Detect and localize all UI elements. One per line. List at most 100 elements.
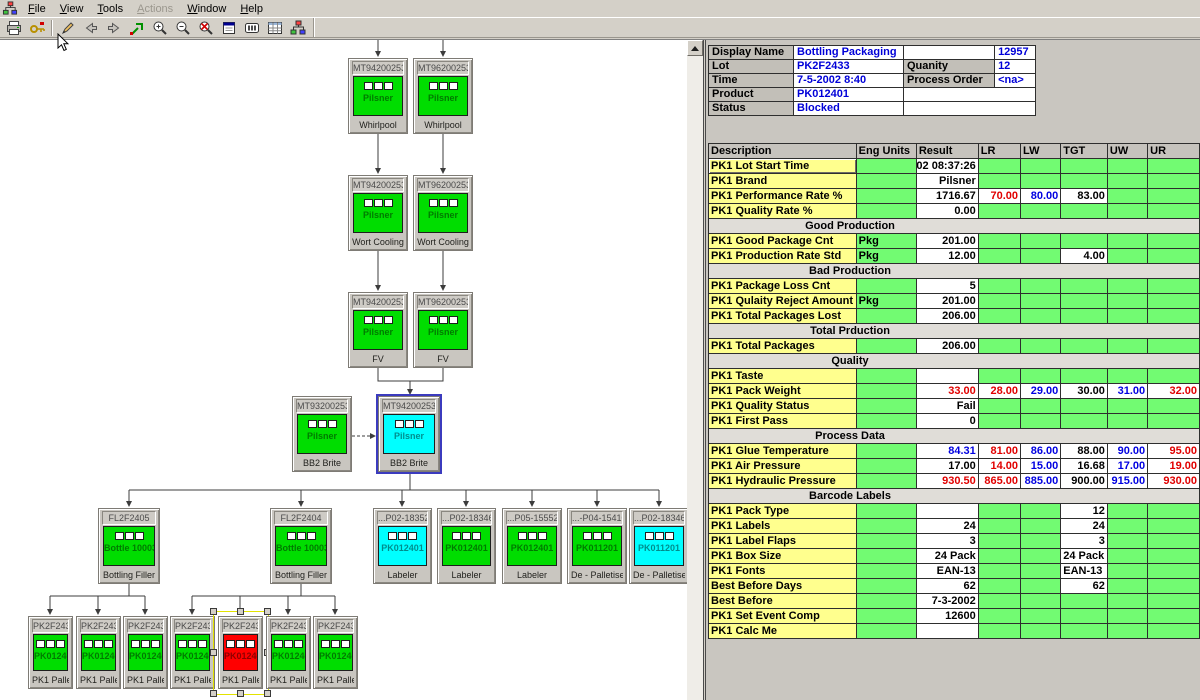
cell-result[interactable]: 17.00 bbox=[916, 459, 978, 474]
cell-uw[interactable] bbox=[1107, 594, 1147, 609]
diagram-node-PK2F2437[interactable]: PK2F2437PK012401PK1 Pallets bbox=[28, 616, 73, 689]
cell-result[interactable]: 12.00 bbox=[916, 249, 978, 264]
cell-result[interactable]: 206.00 bbox=[916, 339, 978, 354]
cell-result[interactable]: 1716.67 bbox=[916, 189, 978, 204]
cell-description[interactable]: PK1 Quality Rate % bbox=[709, 204, 857, 219]
cell-ur[interactable] bbox=[1148, 189, 1200, 204]
forward-button[interactable] bbox=[102, 18, 125, 37]
cell-lw[interactable] bbox=[1021, 159, 1061, 174]
diagram-node-MT942002530[interactable]: MT942002530PilsnerBB2 Brite bbox=[378, 396, 440, 472]
cell-lr[interactable] bbox=[978, 579, 1020, 594]
cell-uw[interactable]: 17.00 bbox=[1107, 459, 1147, 474]
cell-uw[interactable] bbox=[1107, 159, 1147, 174]
cell-tgt[interactable] bbox=[1061, 414, 1108, 429]
cell-eng-units[interactable] bbox=[856, 534, 916, 549]
cell-tgt[interactable]: 16.68 bbox=[1061, 459, 1108, 474]
cell-tgt[interactable] bbox=[1061, 339, 1108, 354]
cell-eng-units[interactable] bbox=[856, 399, 916, 414]
cell-lw[interactable] bbox=[1021, 624, 1061, 639]
cell-uw[interactable] bbox=[1107, 504, 1147, 519]
cell-description[interactable]: PK1 Brand bbox=[709, 174, 857, 189]
report-button[interactable] bbox=[217, 18, 240, 37]
cell-ur[interactable] bbox=[1148, 564, 1200, 579]
menu-view[interactable]: View bbox=[53, 2, 91, 16]
cell-uw[interactable] bbox=[1107, 249, 1147, 264]
cell-description[interactable]: PK1 Lot Start Time bbox=[709, 159, 857, 174]
info-value-2[interactable]: 12957 bbox=[995, 46, 1036, 60]
cell-tgt[interactable]: 30.00 bbox=[1061, 384, 1108, 399]
cell-lw[interactable]: 29.00 bbox=[1021, 384, 1061, 399]
cell-uw[interactable] bbox=[1107, 279, 1147, 294]
cell-ur[interactable] bbox=[1148, 234, 1200, 249]
info-value[interactable]: Bottling Packaging bbox=[794, 46, 904, 60]
cell-ur[interactable] bbox=[1148, 414, 1200, 429]
cell-uw[interactable] bbox=[1107, 624, 1147, 639]
cell-lr[interactable] bbox=[978, 399, 1020, 414]
menu-tools[interactable]: Tools bbox=[90, 2, 130, 16]
cell-ur[interactable] bbox=[1148, 279, 1200, 294]
cell-lw[interactable] bbox=[1021, 519, 1061, 534]
cell-eng-units[interactable]: Pkg bbox=[856, 249, 916, 264]
cell-description[interactable]: PK1 Label Flaps bbox=[709, 534, 857, 549]
diagram-node-MT962002530[interactable]: MT962002530PilsnerWort Cooling bbox=[413, 175, 473, 251]
cell-eng-units[interactable] bbox=[856, 549, 916, 564]
info-value[interactable]: PK012401 bbox=[794, 88, 904, 102]
column-header-eng-units[interactable]: Eng Units bbox=[856, 144, 916, 159]
cell-lr[interactable] bbox=[978, 519, 1020, 534]
cell-eng-units[interactable] bbox=[856, 474, 916, 489]
diagram-node-P021834656[interactable]: ...P02-1834656PK012401Labeler bbox=[437, 508, 496, 584]
cell-lw[interactable] bbox=[1021, 309, 1061, 324]
cell-lr[interactable] bbox=[978, 309, 1020, 324]
cell-ur[interactable] bbox=[1148, 504, 1200, 519]
cell-tgt[interactable] bbox=[1061, 594, 1108, 609]
cell-lw[interactable] bbox=[1021, 249, 1061, 264]
cell-lr[interactable] bbox=[978, 609, 1020, 624]
cell-description[interactable]: PK1 Fonts bbox=[709, 564, 857, 579]
cell-ur[interactable] bbox=[1148, 579, 1200, 594]
cell-uw[interactable]: 31.00 bbox=[1107, 384, 1147, 399]
cell-ur[interactable] bbox=[1148, 249, 1200, 264]
cell-description[interactable]: PK1 Hydraulic Pressure bbox=[709, 474, 857, 489]
cell-lw[interactable] bbox=[1021, 234, 1061, 249]
cell-lr[interactable]: 70.00 bbox=[978, 189, 1020, 204]
cell-lr[interactable] bbox=[978, 279, 1020, 294]
cell-description[interactable]: PK1 Pack Weight bbox=[709, 384, 857, 399]
cell-lr[interactable] bbox=[978, 294, 1020, 309]
cell-lw[interactable] bbox=[1021, 204, 1061, 219]
info-value-2[interactable]: 12 bbox=[995, 60, 1036, 74]
zoom-out-button[interactable] bbox=[171, 18, 194, 37]
cell-uw[interactable] bbox=[1107, 579, 1147, 594]
cell-result[interactable]: 201.00 bbox=[916, 294, 978, 309]
cell-result[interactable]: 33.00 bbox=[916, 384, 978, 399]
cell-eng-units[interactable]: Pkg bbox=[856, 294, 916, 309]
cell-result[interactable]: 201.00 bbox=[916, 234, 978, 249]
cell-lr[interactable] bbox=[978, 414, 1020, 429]
cell-result[interactable] bbox=[916, 504, 978, 519]
cell-description[interactable]: PK1 Box Size bbox=[709, 549, 857, 564]
diagram-node-MT932002530[interactable]: MT932002530PilsnerBB2 Brite bbox=[292, 396, 352, 472]
diagram-node-FL2F2404[interactable]: FL2F2404Bottle 10003Bottling Filler bbox=[270, 508, 332, 584]
column-header-uw[interactable]: UW bbox=[1107, 144, 1147, 159]
cell-ur[interactable]: 32.00 bbox=[1148, 384, 1200, 399]
cell-tgt[interactable]: 83.00 bbox=[1061, 189, 1108, 204]
cell-uw[interactable] bbox=[1107, 234, 1147, 249]
cell-description[interactable]: PK1 Taste bbox=[709, 369, 857, 384]
user-key-button[interactable] bbox=[25, 18, 48, 37]
diagram-node-MT942002530[interactable]: MT942002530PilsnerWhirlpool bbox=[348, 58, 408, 134]
cell-lr[interactable] bbox=[978, 249, 1020, 264]
cell-eng-units[interactable] bbox=[856, 504, 916, 519]
cell-tgt[interactable] bbox=[1061, 294, 1108, 309]
print-button[interactable] bbox=[2, 18, 25, 37]
cell-eng-units[interactable] bbox=[856, 609, 916, 624]
column-header-lw[interactable]: LW bbox=[1021, 144, 1061, 159]
cell-lr[interactable] bbox=[978, 594, 1020, 609]
cell-result[interactable] bbox=[916, 624, 978, 639]
cell-description[interactable]: Best Before Days bbox=[709, 579, 857, 594]
cell-description[interactable]: PK1 Production Rate Std bbox=[709, 249, 857, 264]
cell-lw[interactable] bbox=[1021, 534, 1061, 549]
cell-description[interactable]: PK1 Set Event Comp bbox=[709, 609, 857, 624]
cell-tgt[interactable]: 62 bbox=[1061, 579, 1108, 594]
cell-result[interactable]: 0.00 bbox=[916, 204, 978, 219]
back-button[interactable] bbox=[79, 18, 102, 37]
cell-eng-units[interactable] bbox=[856, 279, 916, 294]
